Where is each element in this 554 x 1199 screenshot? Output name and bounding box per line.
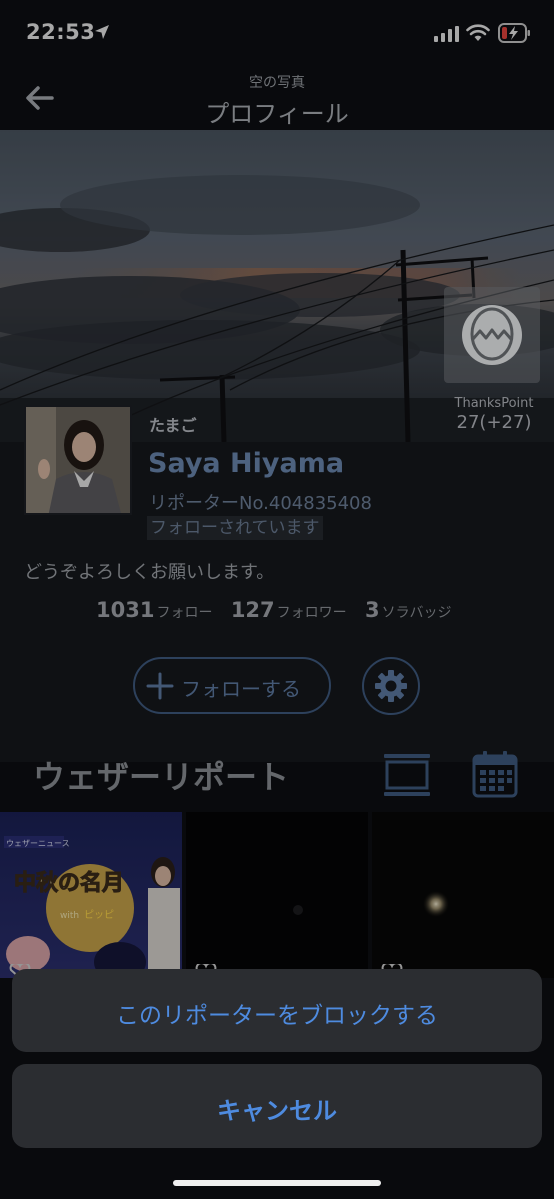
tile-with-text: with [60, 911, 79, 921]
egg-icon [462, 305, 522, 365]
calendar-icon[interactable] [472, 750, 518, 798]
battery-charging-icon [498, 23, 530, 43]
status-time: 22:53 [26, 20, 96, 44]
single-view-icon[interactable] [382, 752, 432, 798]
report-tile[interactable]: ウェザーニュース 中秋の名月 with ピッピ [0, 812, 182, 978]
plus-icon [146, 672, 174, 700]
report-tile[interactable] [186, 812, 368, 978]
reporter-number: リポーターNo.404835408 [149, 493, 372, 514]
gear-icon [375, 670, 407, 702]
report-tile[interactable] [372, 812, 554, 978]
thanks-egg-badge[interactable] [444, 287, 540, 383]
follow-status-badge: フォローされています [147, 516, 323, 540]
tile-name-text: ピッピ [84, 909, 114, 921]
stat-following[interactable]: 1031 フォロー [96, 598, 224, 622]
tile-headline: 中秋の名月 [14, 870, 124, 896]
stat-followers[interactable]: 127 フォロワー [231, 598, 359, 622]
stat-sora-badges[interactable]: 3 ソラバッジ [365, 598, 464, 622]
cancel-button[interactable]: キャンセル [12, 1064, 542, 1148]
avatar[interactable] [24, 405, 132, 515]
settings-button[interactable] [362, 657, 420, 715]
cellular-signal-icon [434, 26, 459, 42]
weather-report-title: ウェザーリポート [33, 758, 290, 796]
report-grid: ウェザーニュース 中秋の名月 with ピッピ [0, 812, 554, 978]
page-title: プロフィール [205, 100, 349, 128]
follow-button[interactable]: フォローする [133, 657, 331, 714]
nav-subtitle: 空の写真 [249, 75, 305, 91]
follow-button-label: フォローする [181, 677, 301, 701]
user-name: Saya Hiyama [148, 448, 345, 479]
tile-brand: ウェザーニュース [6, 839, 70, 848]
profile-stats: 1031 フォロー 127 フォロワー 3 ソラバッジ [96, 598, 464, 622]
cancel-label: キャンセル [217, 1097, 337, 1125]
block-reporter-label: このリポーターをブロックする [116, 1003, 438, 1029]
location-arrow-icon [95, 25, 109, 39]
home-indicator[interactable] [173, 1180, 381, 1186]
reporter-rank: たまご [149, 416, 197, 435]
thanks-point-value: 27(+27) [456, 412, 532, 433]
wifi-icon [466, 24, 490, 41]
profile-bio: どうぞよろしくお願いします。 [24, 562, 275, 583]
status-bar: 22:53 [0, 0, 554, 66]
thanks-point-label: ThanksPoint [454, 396, 534, 411]
block-reporter-button[interactable]: このリポーターをブロックする [12, 969, 542, 1052]
